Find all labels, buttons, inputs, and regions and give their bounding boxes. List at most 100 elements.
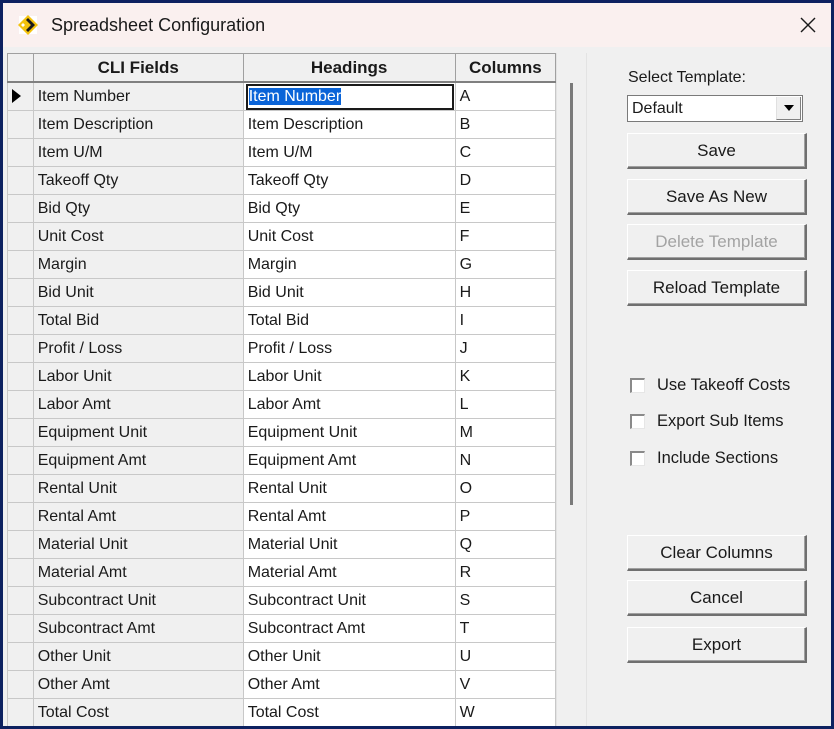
close-button[interactable]	[785, 3, 831, 47]
table-row[interactable]: Labor Unit Labor Unit K	[7, 362, 556, 391]
cli-field-cell[interactable]: Labor Amt	[32, 390, 244, 419]
column-letter-cell[interactable]: U	[454, 642, 556, 671]
row-header[interactable]	[7, 418, 34, 447]
save-button[interactable]: Save	[627, 133, 807, 169]
row-header[interactable]	[7, 222, 34, 251]
table-row[interactable]: Margin Margin G	[7, 250, 556, 279]
row-header[interactable]	[7, 502, 34, 531]
row-header[interactable]	[7, 250, 34, 279]
cli-field-cell[interactable]: Bid Qty	[32, 194, 244, 223]
cli-field-cell[interactable]: Item Number	[32, 81, 244, 111]
grid-vertical-scrollbar[interactable]	[556, 53, 587, 726]
checkbox-box[interactable]	[630, 377, 645, 393]
heading-cell[interactable]: Subcontract Unit	[242, 586, 456, 615]
heading-cell[interactable]: Bid Unit	[242, 278, 456, 307]
column-letter-cell[interactable]: R	[454, 558, 556, 587]
heading-cell[interactable]: Takeoff Qty	[242, 166, 456, 195]
row-header[interactable]	[7, 390, 34, 419]
row-header[interactable]	[7, 670, 34, 699]
column-letter-cell[interactable]: F	[454, 222, 556, 251]
cli-field-cell[interactable]: Rental Unit	[32, 474, 244, 503]
row-header[interactable]	[7, 474, 34, 503]
cli-field-cell[interactable]: Total Bid	[32, 306, 244, 335]
row-header[interactable]	[7, 558, 34, 587]
cli-field-cell[interactable]: Equipment Unit	[32, 418, 244, 447]
column-letter-cell[interactable]: A	[454, 81, 556, 111]
table-row[interactable]: Total Cost Total Cost W	[7, 698, 556, 726]
heading-cell[interactable]: Item Description	[242, 110, 456, 139]
table-row[interactable]: Material Amt Material Amt R	[7, 558, 556, 587]
column-letter-cell[interactable]: L	[454, 390, 556, 419]
use-takeoff-costs-checkbox[interactable]: Use Takeoff Costs	[630, 375, 790, 395]
row-header[interactable]	[7, 194, 34, 223]
table-row[interactable]: Bid Unit Bid Unit H	[7, 278, 556, 307]
cli-field-cell[interactable]: Material Amt	[32, 558, 244, 587]
cli-field-cell[interactable]: Item Description	[32, 110, 244, 139]
row-header[interactable]	[7, 530, 34, 559]
row-header[interactable]	[7, 642, 34, 671]
export-sub-items-checkbox[interactable]: Export Sub Items	[630, 411, 784, 431]
cli-field-cell[interactable]: Other Amt	[32, 670, 244, 699]
row-header[interactable]	[7, 110, 34, 139]
template-dropdown[interactable]: Default	[627, 95, 803, 122]
column-header-columns[interactable]: Columns	[454, 53, 556, 83]
column-letter-cell[interactable]: I	[454, 306, 556, 335]
table-row[interactable]: Bid Qty Bid Qty E	[7, 194, 556, 223]
dropdown-button[interactable]	[776, 97, 801, 120]
column-header-headings[interactable]: Headings	[242, 53, 456, 83]
table-row[interactable]: Subcontract Amt Subcontract Amt T	[7, 614, 556, 643]
row-header[interactable]	[7, 446, 34, 475]
heading-cell[interactable]: Other Unit	[242, 642, 456, 671]
column-letter-cell[interactable]: J	[454, 334, 556, 363]
table-row[interactable]: Labor Amt Labor Amt L	[7, 390, 556, 419]
row-header[interactable]	[7, 138, 34, 167]
table-row[interactable]: Equipment Amt Equipment Amt N	[7, 446, 556, 475]
column-letter-cell[interactable]: P	[454, 502, 556, 531]
heading-cell[interactable]: Unit Cost	[242, 222, 456, 251]
row-header[interactable]	[7, 166, 34, 195]
heading-cell[interactable]: Labor Amt	[242, 390, 456, 419]
heading-cell[interactable]: Subcontract Amt	[242, 614, 456, 643]
checkbox-box[interactable]	[630, 413, 645, 429]
cancel-button[interactable]: Cancel	[627, 580, 807, 616]
heading-cell[interactable]: Item U/M	[242, 138, 456, 167]
row-header[interactable]	[7, 586, 34, 615]
cli-field-cell[interactable]: Bid Unit	[32, 278, 244, 307]
cli-field-cell[interactable]: Item U/M	[32, 138, 244, 167]
table-row[interactable]: Item U/M Item U/M C	[7, 138, 556, 167]
cli-field-cell[interactable]: Other Unit	[32, 642, 244, 671]
column-letter-cell[interactable]: Q	[454, 530, 556, 559]
delete-template-button[interactable]: Delete Template	[627, 224, 807, 260]
cli-field-cell[interactable]: Takeoff Qty	[32, 166, 244, 195]
heading-cell[interactable]: Item Number	[242, 81, 456, 111]
row-header[interactable]	[7, 614, 34, 643]
heading-cell[interactable]: Total Bid	[242, 306, 456, 335]
reload-template-button[interactable]: Reload Template	[627, 270, 807, 306]
column-letter-cell[interactable]: M	[454, 418, 556, 447]
save-as-new-button[interactable]: Save As New	[627, 179, 807, 215]
column-letter-cell[interactable]: T	[454, 614, 556, 643]
column-letter-cell[interactable]: D	[454, 166, 556, 195]
row-header[interactable]	[7, 81, 34, 111]
cli-field-cell[interactable]: Subcontract Unit	[32, 586, 244, 615]
include-sections-checkbox[interactable]: Include Sections	[630, 448, 778, 468]
cli-field-cell[interactable]: Subcontract Amt	[32, 614, 244, 643]
cli-field-cell[interactable]: Margin	[32, 250, 244, 279]
heading-cell[interactable]: Total Cost	[242, 698, 456, 726]
row-header[interactable]	[7, 698, 34, 726]
heading-cell[interactable]: Equipment Amt	[242, 446, 456, 475]
heading-cell[interactable]: Bid Qty	[242, 194, 456, 223]
column-letter-cell[interactable]: E	[454, 194, 556, 223]
heading-edit-input[interactable]: Item Number	[245, 83, 454, 110]
column-header-cli-fields[interactable]: CLI Fields	[32, 53, 244, 83]
row-header[interactable]	[7, 278, 34, 307]
cli-field-cell[interactable]: Material Unit	[32, 530, 244, 559]
table-row[interactable]: Other Unit Other Unit U	[7, 642, 556, 671]
table-row[interactable]: Other Amt Other Amt V	[7, 670, 556, 699]
column-letter-cell[interactable]: V	[454, 670, 556, 699]
cli-field-cell[interactable]: Labor Unit	[32, 362, 244, 391]
cli-field-cell[interactable]: Unit Cost	[32, 222, 244, 251]
column-letter-cell[interactable]: G	[454, 250, 556, 279]
cli-field-cell[interactable]: Total Cost	[32, 698, 244, 726]
column-letter-cell[interactable]: B	[454, 110, 556, 139]
